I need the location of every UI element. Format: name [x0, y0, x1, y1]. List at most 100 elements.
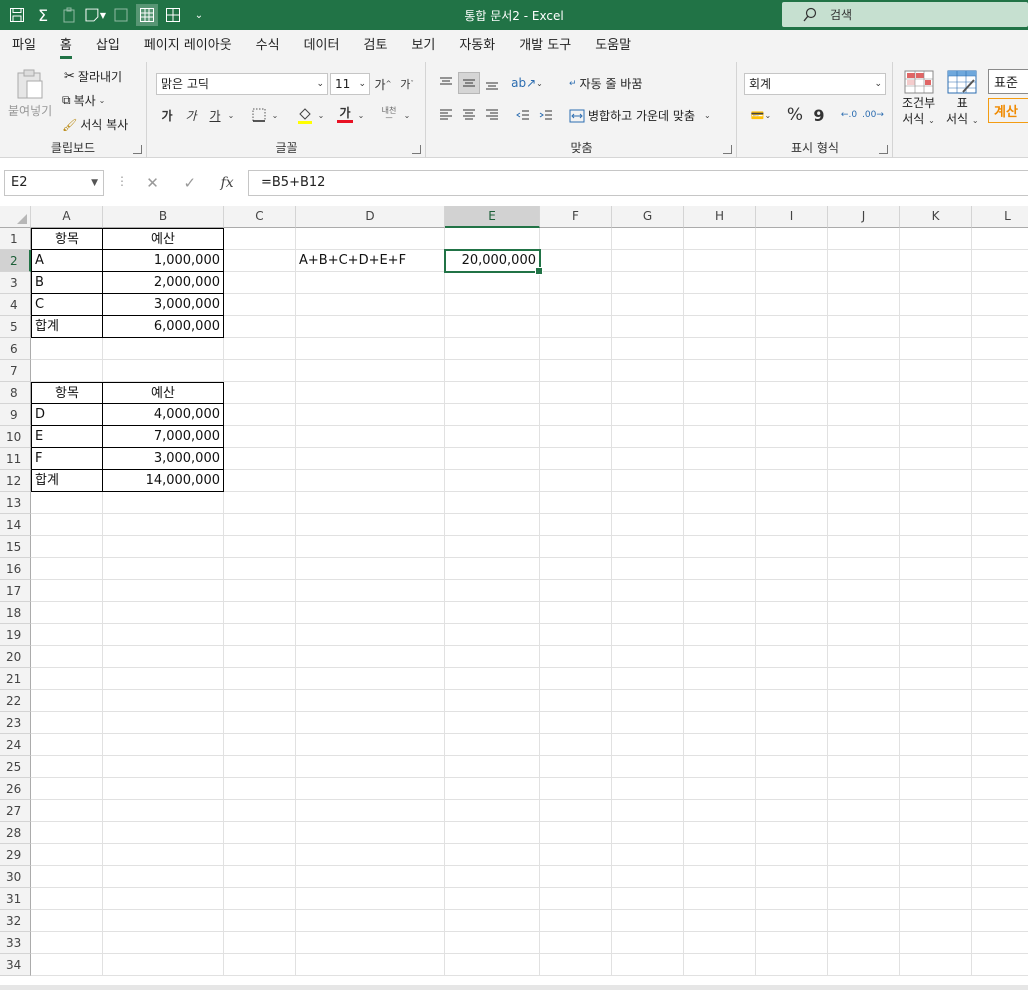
cell-k4[interactable] — [900, 294, 972, 316]
cell-e14[interactable] — [445, 514, 540, 536]
cell-d21[interactable] — [296, 668, 445, 690]
row-header-4[interactable]: 4 — [0, 294, 31, 316]
cell-g1[interactable] — [612, 228, 684, 250]
shrink-font-button[interactable]: 가ˇ — [396, 73, 418, 95]
borders-dropdown[interactable]: ⌄ — [268, 104, 282, 126]
cell-h30[interactable] — [684, 866, 756, 888]
cell-g11[interactable] — [612, 448, 684, 470]
font-size-combo[interactable]: 11 ⌄ — [330, 73, 370, 95]
cell-i11[interactable] — [756, 448, 828, 470]
clipboard-launcher-icon[interactable] — [133, 145, 142, 154]
cell-g17[interactable] — [612, 580, 684, 602]
cell-k21[interactable] — [900, 668, 972, 690]
cell-j22[interactable] — [828, 690, 900, 712]
cell-g34[interactable] — [612, 954, 684, 976]
cell-f26[interactable] — [540, 778, 612, 800]
cell-c15[interactable] — [224, 536, 296, 558]
column-header-f[interactable]: F — [540, 206, 612, 228]
tab-insert[interactable]: 삽입 — [84, 30, 132, 62]
cell-b2[interactable]: 1,000,000 — [103, 250, 224, 272]
cell-g30[interactable] — [612, 866, 684, 888]
cell-g20[interactable] — [612, 646, 684, 668]
cell-h9[interactable] — [684, 404, 756, 426]
cell-g33[interactable] — [612, 932, 684, 954]
cell-i22[interactable] — [756, 690, 828, 712]
cell-a2[interactable]: A — [31, 250, 103, 272]
cell-a27[interactable] — [31, 800, 103, 822]
cell-a11[interactable]: F — [31, 448, 103, 470]
tab-file[interactable]: 파일 — [0, 30, 48, 62]
cell-l28[interactable] — [972, 822, 1028, 844]
cell-k8[interactable] — [900, 382, 972, 404]
wrap-text-button[interactable]: ↵ 자동 줄 바꿈 — [569, 75, 642, 92]
cell-h21[interactable] — [684, 668, 756, 690]
cell-e26[interactable] — [445, 778, 540, 800]
cell-a16[interactable] — [31, 558, 103, 580]
cell-g27[interactable] — [612, 800, 684, 822]
cell-f15[interactable] — [540, 536, 612, 558]
tab-help[interactable]: 도움말 — [583, 30, 643, 62]
style-calculation[interactable]: 계산 — [988, 98, 1028, 123]
cell-g31[interactable] — [612, 888, 684, 910]
cell-f16[interactable] — [540, 558, 612, 580]
align-right-button[interactable] — [481, 104, 503, 126]
cell-f30[interactable] — [540, 866, 612, 888]
cell-h34[interactable] — [684, 954, 756, 976]
cell-c1[interactable] — [224, 228, 296, 250]
cell-d15[interactable] — [296, 536, 445, 558]
cell-b33[interactable] — [103, 932, 224, 954]
cell-a17[interactable] — [31, 580, 103, 602]
cell-a1[interactable]: 항목 — [31, 228, 103, 250]
cell-k26[interactable] — [900, 778, 972, 800]
cell-j15[interactable] — [828, 536, 900, 558]
cell-k22[interactable] — [900, 690, 972, 712]
cell-c19[interactable] — [224, 624, 296, 646]
increase-indent-button[interactable] — [535, 104, 557, 126]
autosum-icon[interactable]: Σ — [32, 4, 54, 26]
cell-l32[interactable] — [972, 910, 1028, 932]
cell-b17[interactable] — [103, 580, 224, 602]
cell-a10[interactable]: E — [31, 426, 103, 448]
cell-b23[interactable] — [103, 712, 224, 734]
cell-d31[interactable] — [296, 888, 445, 910]
cell-h1[interactable] — [684, 228, 756, 250]
cell-j30[interactable] — [828, 866, 900, 888]
row-header-22[interactable]: 22 — [0, 690, 31, 712]
cell-h24[interactable] — [684, 734, 756, 756]
cell-b12[interactable]: 14,000,000 — [103, 470, 224, 492]
cell-i17[interactable] — [756, 580, 828, 602]
cell-d7[interactable] — [296, 360, 445, 382]
cell-h8[interactable] — [684, 382, 756, 404]
cell-b22[interactable] — [103, 690, 224, 712]
align-center-button[interactable] — [458, 104, 480, 126]
cell-d25[interactable] — [296, 756, 445, 778]
align-top-button[interactable] — [435, 72, 457, 94]
cell-d34[interactable] — [296, 954, 445, 976]
cell-i31[interactable] — [756, 888, 828, 910]
cell-a4[interactable]: C — [31, 294, 103, 316]
cell-a8[interactable]: 항목 — [31, 382, 103, 404]
cell-j7[interactable] — [828, 360, 900, 382]
cell-i12[interactable] — [756, 470, 828, 492]
cell-d33[interactable] — [296, 932, 445, 954]
cell-h27[interactable] — [684, 800, 756, 822]
fill-color-dropdown[interactable]: ⌄ — [314, 104, 328, 126]
cell-k6[interactable] — [900, 338, 972, 360]
cell-c9[interactable] — [224, 404, 296, 426]
cell-j34[interactable] — [828, 954, 900, 976]
cell-l34[interactable] — [972, 954, 1028, 976]
cell-l7[interactable] — [972, 360, 1028, 382]
cell-d23[interactable] — [296, 712, 445, 734]
cell-g32[interactable] — [612, 910, 684, 932]
cell-i14[interactable] — [756, 514, 828, 536]
cell-h26[interactable] — [684, 778, 756, 800]
cell-i19[interactable] — [756, 624, 828, 646]
cell-l2[interactable] — [972, 250, 1028, 272]
cell-j14[interactable] — [828, 514, 900, 536]
row-header-31[interactable]: 31 — [0, 888, 31, 910]
row-header-11[interactable]: 11 — [0, 448, 31, 470]
cell-i18[interactable] — [756, 602, 828, 624]
cell-e29[interactable] — [445, 844, 540, 866]
cell-a13[interactable] — [31, 492, 103, 514]
comma-button[interactable]: 9 — [808, 104, 830, 126]
